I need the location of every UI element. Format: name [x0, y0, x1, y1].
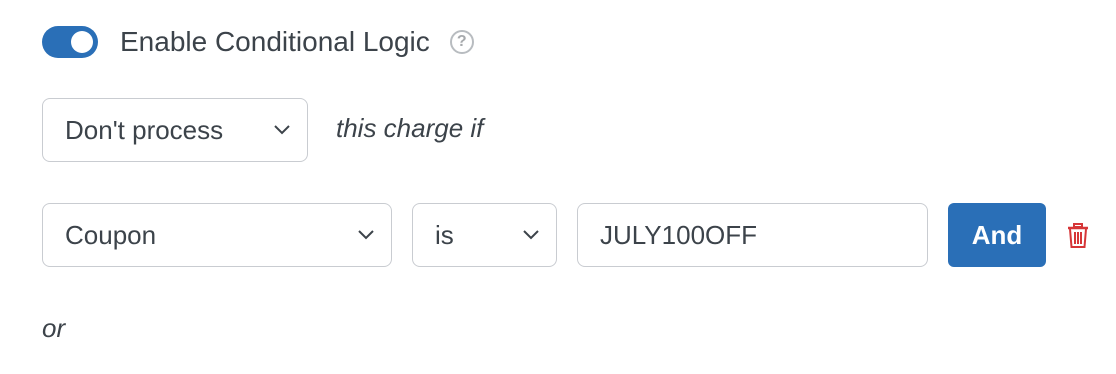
trash-icon[interactable]: [1066, 223, 1090, 249]
action-suffix-text: this charge if: [336, 113, 484, 143]
toggle-knob: [71, 31, 93, 53]
rule-field-value: Coupon: [65, 219, 157, 250]
conditional-logic-toggle-row: Enable Conditional Logic ?: [42, 22, 474, 62]
question-circle-icon[interactable]: ?: [449, 30, 474, 54]
toggle-label: Enable Conditional Logic: [120, 26, 430, 57]
chevron-down-icon: [273, 121, 291, 139]
help-glyph: ?: [456, 33, 467, 50]
action-select[interactable]: Don't process: [42, 98, 308, 162]
chevron-down-icon: [357, 226, 375, 244]
conditional-logic-panel: Enable Conditional Logic ? Don't process…: [0, 0, 1116, 374]
action-select-value: Don't process: [65, 114, 224, 145]
rule-operator-value: is: [435, 219, 454, 250]
enable-conditional-logic-toggle[interactable]: [42, 26, 98, 58]
and-button[interactable]: And: [948, 203, 1046, 267]
or-separator-text: or: [42, 313, 66, 343]
rule-operator-select[interactable]: is: [412, 203, 557, 267]
chevron-down-icon: [522, 226, 540, 244]
rule-field-select[interactable]: Coupon: [42, 203, 392, 267]
rule-value-input[interactable]: [577, 203, 928, 267]
